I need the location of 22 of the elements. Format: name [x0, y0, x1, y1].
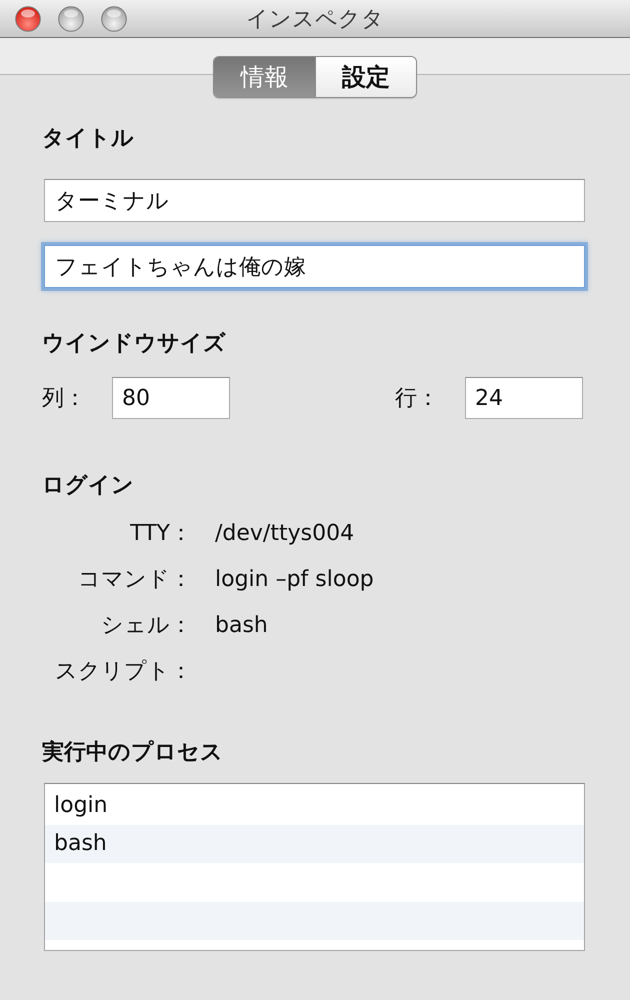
info-value: bash: [215, 612, 268, 638]
info-value: /dev/ttys004: [215, 520, 354, 546]
text-field[interactable]: ターミナル: [44, 179, 585, 222]
info-label: TTY：: [130, 520, 192, 548]
info-value: login –pf sloop: [215, 566, 374, 592]
info-label: スクリプト：: [55, 658, 192, 686]
section-heading: 実行中のプロセス: [42, 739, 223, 767]
process-row[interactable]: bash: [45, 824, 584, 863]
window-title: インスペクタ: [246, 6, 384, 34]
field-label: 列：: [42, 385, 87, 413]
tab[interactable]: 情報: [214, 57, 315, 97]
number-field[interactable]: 24: [465, 377, 583, 419]
number-field[interactable]: 80: [112, 377, 230, 419]
field-label: 行：: [395, 385, 440, 413]
section-heading: タイトル: [42, 125, 134, 153]
info-label: シェル：: [101, 612, 192, 640]
info-label: コマンド：: [78, 566, 192, 594]
tab[interactable]: 設定: [315, 57, 416, 97]
close-button[interactable]: [15, 6, 41, 32]
section-heading: ウインドウサイズ: [42, 330, 226, 358]
text-field[interactable]: フェイトちゃんは俺の嫁: [44, 245, 585, 288]
section-heading: ログイン: [42, 472, 134, 500]
